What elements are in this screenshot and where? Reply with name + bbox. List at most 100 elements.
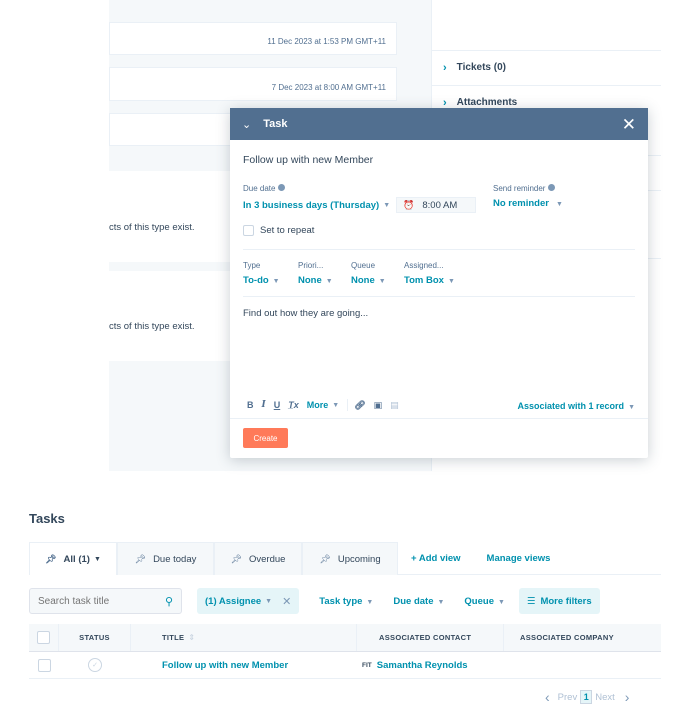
repeat-option[interactable]: Set to repeat	[243, 225, 314, 236]
caret-down-icon: ▼	[378, 278, 386, 285]
table-row[interactable]: ✓ Follow up with new Member FIT Samantha…	[29, 652, 661, 679]
create-button[interactable]: Create	[243, 428, 288, 448]
timeline-card[interactable]: 11 Dec 2023 at 1:53 PM GMT+11	[109, 22, 397, 55]
tab-overdue[interactable]: 📌︎ Overdue	[214, 542, 302, 575]
column-title-label: TITLE	[162, 633, 185, 642]
assigned-label: Assigned...	[404, 261, 444, 270]
bold-button[interactable]: B	[247, 400, 254, 410]
caret-down-icon: ▼	[447, 278, 455, 285]
snippet-icon[interactable]: ▤	[390, 400, 399, 411]
page-number[interactable]: 1	[580, 690, 593, 704]
column-associated-company[interactable]: ASSOCIATED COMPANY	[504, 624, 661, 651]
contact-link[interactable]: Samantha Reynolds	[377, 660, 468, 671]
assigned-field: Assigned... Tom Box ▼	[404, 261, 455, 286]
task-type-filter[interactable]: Task type ▼	[319, 596, 373, 607]
underline-button[interactable]: U	[274, 400, 281, 410]
tab-upcoming[interactable]: 📌︎ Upcoming	[302, 542, 398, 575]
queue-dropdown[interactable]: None	[351, 275, 375, 286]
sort-icon[interactable]: ⇕	[188, 633, 195, 642]
manage-views-link[interactable]: Manage views	[474, 542, 564, 574]
queue-filter[interactable]: Queue ▼	[464, 596, 505, 607]
info-icon[interactable]	[278, 184, 286, 192]
task-title-input[interactable]: Follow up with new Member	[243, 154, 635, 166]
tasks-table: STATUS TITLE ⇕ ASSOCIATED CONTACT ASSOCI…	[29, 624, 661, 679]
search-box[interactable]: ⚲	[29, 588, 182, 614]
timeline-card[interactable]: 7 Dec 2023 at 8:00 AM GMT+11	[109, 67, 397, 101]
filter-label: Due date	[393, 595, 434, 607]
divider	[230, 418, 648, 419]
timeline-timestamp: 7 Dec 2023 at 8:00 AM GMT+11	[271, 83, 386, 92]
divider	[243, 249, 635, 250]
priority-dropdown[interactable]: None	[298, 275, 322, 286]
notes-editor[interactable]: Find out how they are going...	[243, 308, 635, 388]
next-button[interactable]: Next	[595, 692, 615, 703]
time-value: 8:00 AM	[422, 199, 458, 211]
caret-down-icon: ▼	[325, 278, 333, 285]
type-dropdown[interactable]: To-do	[243, 275, 269, 286]
filter-bar: ⚲ (1) Assignee ▼ ✕ Task type▼ Due date▼ …	[29, 588, 661, 614]
pin-icon: 📌︎	[134, 553, 147, 564]
italic-button[interactable]: I	[262, 400, 266, 410]
due-date-dropdown[interactable]: In 3 business days (Thursday)	[243, 200, 379, 211]
more-button[interactable]: More	[307, 400, 329, 410]
filter-label: Queue	[464, 595, 494, 607]
due-date-filter[interactable]: Due date ▼	[393, 596, 444, 607]
image-icon[interactable]: ▣	[374, 400, 383, 411]
close-icon[interactable]: ✕	[622, 116, 636, 133]
complete-task-icon[interactable]: ✓	[88, 658, 102, 672]
view-tabs: 📌︎ All (1) ▼ 📌︎ Due today 📌︎ Overdue 📌︎ …	[29, 542, 661, 575]
chevron-down-icon[interactable]: ⌄	[242, 118, 251, 131]
more-filters-button[interactable]: ☰ More filters	[518, 588, 600, 614]
caret-down-icon: ▼	[332, 401, 340, 409]
row-checkbox[interactable]	[37, 658, 51, 672]
caret-down-icon: ▼	[628, 404, 635, 411]
info-icon[interactable]	[548, 184, 556, 192]
tab-due-today[interactable]: 📌︎ Due today	[117, 542, 214, 575]
repeat-label: Set to repeat	[260, 225, 315, 236]
sidebar-section-label: Tickets (0)	[456, 62, 506, 73]
tab-label: Due today	[153, 553, 197, 565]
caret-down-icon: ▼	[93, 555, 101, 563]
sidebar-section-label: Attachments	[456, 97, 518, 108]
sidebar-section-tickets[interactable]: › Tickets (0)	[431, 50, 661, 84]
search-icon[interactable]: ⚲	[165, 595, 173, 608]
select-all-checkbox[interactable]	[37, 631, 50, 644]
column-title[interactable]: TITLE ⇕	[131, 624, 357, 651]
time-input[interactable]: ⏰ 8:00 AM	[396, 197, 477, 213]
associations-label: Associated with 1 record	[517, 401, 625, 411]
link-icon[interactable]: 🔗︎	[354, 400, 365, 411]
type-field: Type To-do ▼	[243, 261, 280, 286]
prev-button[interactable]: Prev	[558, 692, 578, 703]
more-filters-label: More filters	[540, 595, 592, 607]
assigned-dropdown[interactable]: Tom Box	[404, 275, 444, 286]
empty-association-message: cts of this type exist.	[109, 321, 195, 332]
filter-label: Task type	[319, 595, 363, 607]
clear-filter-icon[interactable]: ✕	[282, 595, 291, 608]
search-input[interactable]	[38, 595, 148, 607]
pin-icon: 📌︎	[230, 553, 242, 564]
chevron-right-icon: ›	[443, 61, 447, 74]
reminder-label: Send reminder	[493, 184, 546, 193]
caret-down-icon: ▼	[366, 598, 374, 606]
queue-field: Queue None ▼	[351, 261, 386, 286]
chevron-left-icon[interactable]: ‹	[545, 689, 550, 705]
caret-down-icon: ▼	[437, 598, 445, 606]
type-label: Type	[243, 261, 261, 270]
add-view-button[interactable]: + Add view	[398, 542, 474, 574]
tab-all[interactable]: 📌︎ All (1) ▼	[29, 542, 117, 575]
clear-format-button[interactable]: T̲x	[288, 400, 299, 410]
chevron-right-icon: ›	[443, 96, 447, 109]
task-modal-header[interactable]: ⌄ Task ✕	[230, 108, 648, 140]
task-modal-title: Task	[263, 118, 288, 130]
reminder-dropdown[interactable]: No reminder	[493, 198, 549, 209]
column-associated-contact[interactable]: ASSOCIATED CONTACT	[357, 624, 504, 651]
associations-dropdown[interactable]: Associated with 1 record ▼	[518, 400, 635, 412]
caret-down-icon: ▼	[497, 598, 505, 606]
repeat-checkbox[interactable]	[243, 225, 254, 236]
chevron-right-icon[interactable]: ›	[625, 689, 630, 705]
caret-down-icon: ▼	[383, 201, 391, 209]
task-title-link[interactable]: Follow up with new Member	[131, 660, 357, 671]
assignee-filter-chip[interactable]: (1) Assignee ▼ ✕	[197, 588, 300, 614]
caret-down-icon: ▼	[265, 597, 273, 605]
column-status[interactable]: STATUS	[59, 624, 131, 651]
